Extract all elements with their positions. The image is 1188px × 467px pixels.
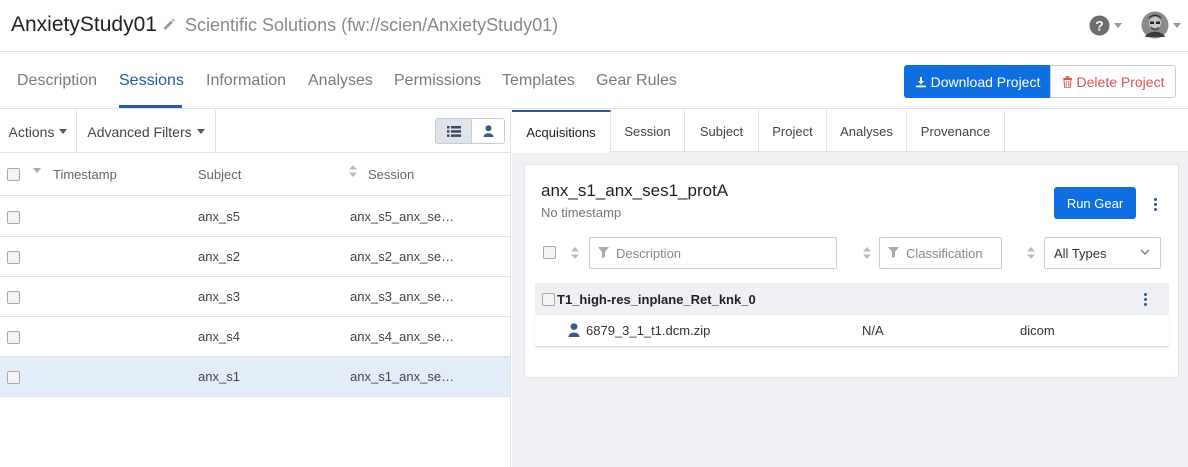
chevron-down-icon [59, 129, 68, 134]
row-checkbox[interactable] [7, 211, 20, 224]
acquisition-group-header[interactable]: T1_high-res_inplane_Ret_knk_0 [535, 283, 1169, 315]
avatar[interactable] [1141, 11, 1169, 39]
row-subject: anx_s3 [198, 289, 240, 304]
run-gear-button[interactable]: Run Gear [1054, 187, 1136, 219]
list-icon [446, 125, 461, 137]
row-subject: anx_s2 [198, 249, 240, 264]
table-row[interactable]: anx_s2 anx_s2_anx_se… [0, 237, 510, 277]
acquisition-card: anx_s1_anx_ses1_protA No timestamp Run G… [524, 164, 1179, 378]
download-label: Download Project [930, 73, 1041, 90]
sessions-list-pane: Actions Advanced Filters Timestamp Subje… [0, 110, 511, 467]
classification-filter [879, 237, 1002, 269]
row-session: anx_s1_anx_se… [350, 369, 455, 384]
row-subject: anx_s5 [198, 209, 240, 224]
subject-view-toggle[interactable] [471, 118, 505, 144]
table-row[interactable]: anx_s5 anx_s5_anx_se… [0, 197, 510, 237]
sort-icon[interactable] [571, 247, 579, 259]
project-subtitle: Scientific Solutions (fw://scien/Anxiety… [185, 15, 559, 35]
tab-analyses[interactable]: Analyses [308, 72, 373, 90]
sort-icon[interactable] [863, 247, 871, 259]
tab-permissions[interactable]: Permissions [394, 72, 481, 90]
session-detail-pane: Acquisitions Session Subject Project Ana… [512, 110, 1188, 467]
type-select-value: All Types [1054, 245, 1107, 261]
type-select[interactable]: All Types [1044, 237, 1161, 269]
row-session: anx_s3_anx_se… [350, 289, 455, 304]
user-icon [483, 125, 494, 137]
filter-icon [888, 247, 899, 258]
tab-templates[interactable]: Templates [502, 72, 575, 90]
description-filter-input[interactable] [589, 237, 837, 269]
group-checkbox[interactable] [542, 293, 555, 306]
sort-caret-icon[interactable] [33, 168, 41, 188]
acquisition-group-name: T1_high-res_inplane_Ret_knk_0 [557, 292, 756, 307]
chevron-down-icon [1173, 22, 1181, 28]
svg-text:?: ? [1095, 18, 1104, 34]
filter-icon [598, 247, 609, 258]
actions-dropdown[interactable]: Actions [0, 110, 77, 153]
file-type: dicom [1020, 323, 1055, 338]
row-subject: anx_s4 [198, 329, 240, 344]
project-title: AnxietyStudy01 [11, 13, 157, 36]
project-tabs: Description Sessions Information Analyse… [0, 53, 1188, 109]
more-options-icon[interactable] [1154, 198, 1157, 211]
user-icon [568, 323, 580, 337]
download-project-button[interactable]: Download Project [904, 65, 1051, 98]
actions-label: Actions [8, 123, 55, 140]
list-view-toggle[interactable] [435, 118, 472, 144]
table-row[interactable]: anx_s4 anx_s4_anx_se… [0, 317, 510, 357]
tab-information[interactable]: Information [206, 72, 286, 90]
column-timestamp[interactable]: Timestamp [53, 167, 117, 182]
column-session[interactable]: Session [368, 167, 414, 182]
description-filter [589, 237, 837, 269]
row-checkbox[interactable] [7, 251, 20, 264]
tab-project[interactable]: Project [759, 110, 827, 152]
file-row[interactable]: 6879_3_1_t1.dcm.zip N/A dicom [535, 315, 1169, 347]
detail-tabs: Acquisitions Session Subject Project Ana… [512, 110, 1188, 153]
sessions-table-header: Timestamp Subject Session [0, 154, 510, 196]
row-session: anx_s2_anx_se… [350, 249, 455, 264]
table-row[interactable]: anx_s3 anx_s3_anx_se… [0, 277, 510, 317]
tab-gear-rules[interactable]: Gear Rules [596, 72, 677, 90]
row-checkbox[interactable] [7, 291, 20, 304]
delete-label: Delete Project [1076, 73, 1165, 90]
pencil-icon[interactable] [162, 17, 176, 31]
chevron-down-icon [196, 129, 205, 134]
more-options-icon[interactable] [1144, 293, 1147, 306]
help-menu[interactable]: ? [1089, 15, 1122, 36]
select-all-files-checkbox[interactable] [543, 246, 556, 259]
tab-acquisitions[interactable]: Acquisitions [512, 110, 611, 153]
file-name[interactable]: 6879_3_1_t1.dcm.zip [586, 323, 710, 338]
chevron-down-icon [1140, 249, 1150, 256]
file-classification: N/A [862, 323, 884, 338]
row-subject: anx_s1 [198, 369, 240, 384]
acquisition-title: anx_s1_anx_ses1_protA [541, 181, 729, 200]
advanced-filters-dropdown[interactable]: Advanced Filters [77, 110, 216, 153]
select-all-checkbox[interactable] [7, 168, 20, 181]
project-header: AnxietyStudy01 Scientific Solutions (fw:… [0, 0, 1188, 52]
download-icon [915, 76, 927, 88]
row-session: anx_s4_anx_se… [350, 329, 455, 344]
sort-icon[interactable] [349, 165, 357, 177]
column-subject[interactable]: Subject [198, 167, 241, 182]
advanced-filters-label: Advanced Filters [87, 123, 192, 140]
table-row-selected[interactable]: anx_s1 anx_s1_anx_se… [0, 357, 510, 397]
tab-subject[interactable]: Subject [685, 110, 759, 152]
row-checkbox[interactable] [7, 331, 20, 344]
tab-description[interactable]: Description [17, 72, 97, 90]
sessions-toolbar: Actions Advanced Filters [0, 110, 510, 153]
acquisition-timestamp: No timestamp [541, 205, 622, 220]
tab-sessions[interactable]: Sessions [119, 72, 184, 90]
active-tab-indicator [119, 105, 182, 108]
delete-project-button[interactable]: Delete Project [1050, 65, 1176, 98]
question-circle-icon[interactable]: ? [1089, 15, 1110, 36]
row-checkbox[interactable] [7, 371, 20, 384]
row-session: anx_s5_anx_se… [350, 209, 455, 224]
user-menu[interactable] [1141, 11, 1181, 39]
tab-provenance[interactable]: Provenance [907, 110, 1005, 152]
trash-icon [1062, 75, 1073, 88]
sort-icon[interactable] [1027, 247, 1035, 259]
tab-analyses[interactable]: Analyses [827, 110, 907, 152]
tab-session[interactable]: Session [611, 110, 685, 152]
chevron-down-icon [1114, 23, 1122, 28]
